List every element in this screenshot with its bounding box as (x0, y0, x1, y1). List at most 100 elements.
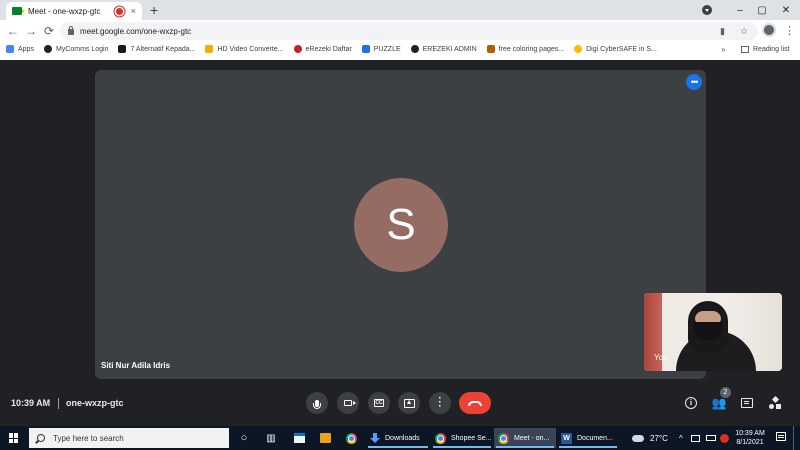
taskbar-search-box[interactable]: Type here to search (29, 428, 229, 448)
media-player-icon[interactable] (313, 428, 337, 448)
participant-name: Siti Nur Adila Idris (101, 361, 171, 370)
bookmark-mycomms[interactable]: MyComms Login (43, 45, 108, 53)
tile-options-button[interactable]: ••• (686, 74, 702, 90)
chrome-menu-icon[interactable]: ⋮ (784, 24, 795, 37)
meeting-clock: 10:39 AM (11, 398, 51, 408)
address-bar[interactable]: meet.google.com/one-wxzp-gtc ▮ ☆ (60, 22, 758, 40)
camera-button[interactable] (337, 392, 359, 414)
url-text[interactable]: meet.google.com/one-wxzp-gtc (80, 27, 191, 36)
reading-list-button[interactable]: Reading list (741, 42, 790, 56)
meeting-details-button[interactable]: i (684, 396, 698, 410)
word-icon: W (561, 432, 572, 444)
meet-favicon-icon (12, 7, 25, 15)
chrome-icon (435, 432, 446, 444)
bookmark-star-icon[interactable]: ☆ (740, 22, 748, 40)
participant-count-badge: 2 (720, 387, 731, 398)
bookmark-erezeki-daftar[interactable]: eRezeki Daftar (293, 45, 352, 53)
tab-close-icon[interactable]: × (131, 6, 136, 16)
system-clock[interactable]: 10:39 AM 8/1/2021 (730, 429, 770, 447)
reading-list-icon (741, 45, 749, 53)
chat-icon (741, 398, 753, 408)
browser-tab-strip: Meet - one-wxzp-gtc × + – ▢ ✕ (0, 0, 800, 20)
info-icon: i (685, 397, 697, 409)
profile-avatar[interactable] (762, 23, 776, 37)
bookmark-hd-video-converter[interactable]: HD Video Converte... (205, 45, 284, 53)
taskbar-app-meet[interactable]: Meet - on... (494, 428, 556, 448)
close-window-button[interactable]: ✕ (770, 0, 800, 20)
profile-menu-icon[interactable] (702, 5, 712, 15)
system-date: 8/1/2021 (736, 439, 764, 446)
microphone-icon (313, 399, 321, 409)
chrome-pinned-button[interactable] (339, 428, 363, 448)
taskbar-app-word[interactable]: W Documen... (557, 428, 619, 448)
recording-indicator-icon (115, 7, 123, 15)
puzzle-icon (361, 45, 370, 53)
globe-icon (410, 45, 419, 53)
bookmark-apps[interactable]: Apps (6, 45, 34, 53)
activities-icon (769, 395, 781, 409)
reload-button[interactable]: ⟳ (41, 23, 57, 39)
participant-avatar: S (354, 178, 448, 272)
tab-title: Meet - one-wxzp-gtc (28, 6, 101, 16)
erezeki-icon (293, 45, 302, 53)
mycomms-icon (43, 45, 52, 53)
taskbar-app-downloads[interactable]: Downloads (366, 428, 430, 448)
browser-toolbar: ← → ⟳ meet.google.com/one-wxzp-gtc ▮ ☆ ⋮ (0, 20, 800, 42)
captions-button[interactable]: CC (368, 392, 390, 414)
cortana-icon[interactable]: ○ (232, 428, 256, 448)
end-call-icon (468, 400, 482, 406)
forward-button[interactable]: → (23, 23, 39, 39)
chat-button[interactable] (740, 396, 754, 410)
search-icon (37, 434, 45, 442)
taskbar-app-shopee[interactable]: Shopee Se... (431, 428, 493, 448)
present-screen-icon (403, 398, 415, 408)
w-site-icon (118, 45, 127, 53)
new-tab-button[interactable]: + (150, 2, 158, 18)
coloring-site-icon (486, 45, 495, 53)
microphone-button[interactable] (306, 392, 328, 414)
activities-button[interactable] (768, 395, 782, 410)
bookmark-puzzle[interactable]: PUZZLE (361, 45, 401, 53)
windows-logo-icon (9, 433, 19, 443)
present-button[interactable] (398, 392, 420, 414)
network-icon[interactable] (691, 428, 700, 448)
weather-widget[interactable]: 27°C (632, 428, 668, 448)
more-vert-icon: · · · (438, 393, 442, 412)
antivirus-icon[interactable] (720, 428, 729, 448)
search-placeholder: Type here to search (53, 433, 124, 443)
bookmarks-overflow-icon[interactable]: » (721, 42, 725, 56)
people-button[interactable]: 👥 (711, 396, 727, 410)
notification-center-icon[interactable] (776, 432, 786, 441)
system-time: 10:39 AM (735, 430, 765, 437)
camera-in-use-icon[interactable]: ▮ (720, 22, 725, 40)
back-button[interactable]: ← (5, 23, 21, 39)
self-view-mask (693, 322, 723, 340)
self-view-label: You (654, 353, 668, 362)
microsoft-store-icon[interactable] (287, 428, 311, 448)
lock-icon (68, 26, 74, 35)
chrome-icon (498, 432, 509, 444)
bookmark-erezeki-admin[interactable]: EREZEKI ADMIN (410, 45, 477, 53)
leave-call-button[interactable] (459, 392, 491, 414)
task-view-icon[interactable]: ▥ (259, 428, 283, 448)
chrome-icon (345, 432, 357, 444)
browser-tab-meet[interactable]: Meet - one-wxzp-gtc × (6, 2, 142, 20)
apps-grid-icon (6, 45, 14, 53)
battery-icon[interactable] (706, 428, 716, 448)
show-desktop-edge[interactable] (793, 426, 794, 450)
bookmark-digi-cybersafe[interactable]: Digi CyberSAFE in S... (574, 45, 657, 53)
bookmarks-bar: Apps MyComms Login 7 Alternatif Kepada..… (0, 42, 800, 56)
more-options-button[interactable]: · · · (429, 392, 451, 414)
start-button[interactable] (0, 426, 28, 450)
folder-icon (205, 45, 214, 53)
bottom-bar-divider (58, 398, 59, 409)
bookmark-free-coloring[interactable]: free coloring pages... (486, 45, 564, 53)
captions-icon: CC (374, 399, 384, 407)
people-icon: 👥 (711, 396, 727, 410)
tray-overflow-chevron-icon[interactable]: ^ (679, 428, 683, 448)
download-icon (370, 433, 380, 443)
cloud-icon (632, 434, 644, 442)
bookmark-7-alternatif[interactable]: 7 Alternatif Kepada... (118, 45, 195, 53)
meeting-code: one-wxzp-gtc (66, 398, 124, 408)
camera-icon (344, 400, 356, 406)
